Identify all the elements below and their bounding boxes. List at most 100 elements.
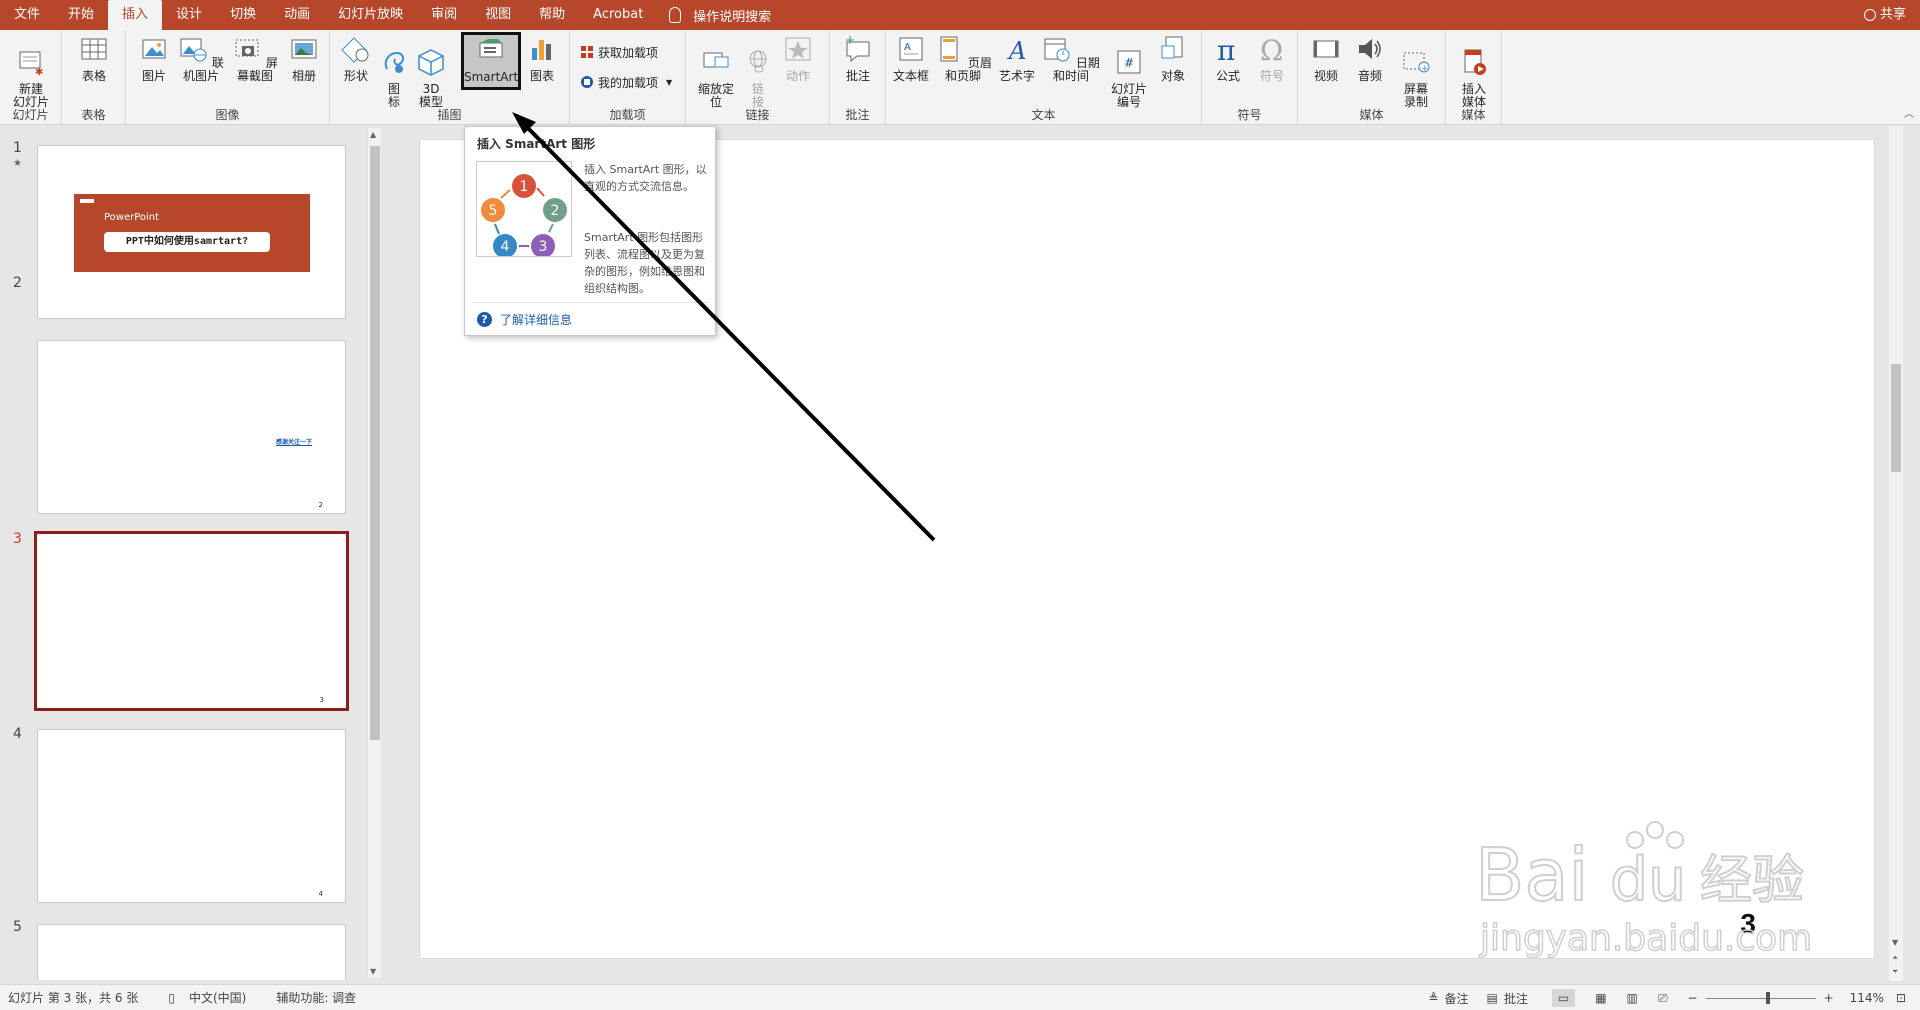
spell-check-icon[interactable]: ▯ [168,991,175,1005]
slide-thumbnail-2[interactable]: 感谢关注一下 2 [37,340,346,514]
lightbulb-icon [669,7,682,23]
reading-view-icon[interactable]: ▥ [1627,991,1638,1005]
zoom-in-icon[interactable]: + [1824,991,1834,1005]
screen-recording-button[interactable]: + 屏幕 录制 [1394,34,1438,109]
slide-thumbnail-1[interactable]: PowerPoint PPT中如何使用samrtart? [37,145,346,319]
table-icon [81,38,107,60]
link-label: 链 接 [751,82,764,109]
comment-button[interactable]: + 批注 [838,33,878,83]
svg-text:+: + [1421,64,1429,74]
thumb-page-number-2: 2 [318,501,323,509]
group-media-2: 插入 媒体 媒体 [1446,30,1502,125]
thumbnail-scrollbar[interactable]: ▲ ▼ [367,128,381,978]
video-button[interactable]: 视频 [1306,34,1346,83]
thumb-title-main: PPT中如何使用samrtart? [104,232,270,252]
icons-button[interactable]: 图 标 [378,34,410,109]
group-label-images: 图像 [215,108,240,122]
status-bar: 幻灯片 第 3 张，共 6 张 ▯ 中文(中国) 辅助功能: 调查 ≜ 备注 ▤… [0,984,1920,1010]
share-button[interactable]: 共享 [1863,0,1906,30]
wordart-icon: A [1007,37,1026,65]
status-right-controls: ≜ 备注 ▤ 批注 ▭ ▦ ▥ ⎚ − + 114% ⊡ [1428,985,1906,1010]
zoom-level[interactable]: 114% [1850,991,1884,1005]
insert-media-button[interactable]: 插入 媒体 [1454,34,1494,109]
tab-slideshow[interactable]: 幻灯片放映 [324,0,417,30]
shapes-button[interactable]: 形状 [336,34,376,83]
tab-review[interactable]: 审阅 [417,0,471,30]
tab-animations[interactable]: 动画 [270,0,324,30]
tab-help[interactable]: 帮助 [525,0,579,30]
tab-home[interactable]: 开始 [54,0,108,30]
language-status[interactable]: 中文(中国) [189,989,246,1006]
slideshow-icon[interactable]: ⎚ [1658,991,1668,1006]
notes-button[interactable]: 备注 [1444,990,1468,1007]
previous-slide-icon[interactable]: ⏶ [1892,953,1898,963]
scroll-down-icon[interactable]: ▼ [370,967,376,976]
microsoft-logo-icon [80,199,94,203]
collapse-ribbon-icon[interactable]: ︿ [1904,105,1914,120]
slide-thumbnail-4[interactable]: 4 [37,729,346,903]
tab-acrobat[interactable]: Acrobat [579,0,657,30]
equation-button[interactable]: π 公式 [1208,34,1248,83]
tab-insert[interactable]: 插入 [108,0,163,30]
textbox-button[interactable]: A 文本框 [890,34,932,83]
3d-model-button[interactable]: 3D 模型 [414,34,448,109]
person-icon [1863,9,1876,21]
object-button[interactable]: 对象 [1152,34,1194,83]
svg-text:A: A [1007,37,1026,64]
star-icon [785,37,811,61]
online-picture-button[interactable]: 联机图片 [174,34,228,83]
slide-thumbnail-3[interactable]: 3 [34,531,349,711]
slide-number-button[interactable]: # 幻灯片 编号 [1106,34,1152,109]
zoom-slider[interactable] [1705,991,1816,1004]
group-label-illustrations: 插图 [437,108,462,122]
accessibility-status[interactable]: 辅助功能: 调查 [276,989,356,1006]
slide-thumbnail-5[interactable] [37,924,346,980]
comments-button[interactable]: 批注 [1504,990,1528,1007]
thumbnail-scrollbar-thumb[interactable] [370,146,380,740]
scroll-down-icon[interactable]: ▼ [1892,938,1898,947]
symbol-button[interactable]: Ω 符号 [1252,34,1292,83]
tab-transitions[interactable]: 切换 [216,0,270,30]
zoom-button[interactable]: 缩放定 位 [694,34,738,109]
tooltip-title: 插入 SmartArt 图形 [477,137,596,151]
video-label: 视频 [1313,69,1338,83]
screenshot-button[interactable]: 屏幕截图 [228,34,282,83]
bar-chart-icon [532,40,551,60]
get-addins-button[interactable]: 获取加载项 [580,42,658,62]
shapes-label: 形状 [343,69,368,83]
cube-icon [418,49,444,76]
chart-button[interactable]: 图表 [524,34,560,83]
next-slide-icon[interactable]: ⏷ [1892,967,1898,977]
date-time-button[interactable]: 日期和时间 [1038,34,1104,83]
cycle-label-3: 3 [539,239,548,255]
new-slide-button[interactable]: ✱ 新建 幻灯片 [6,34,56,109]
picture-button[interactable]: 图片 [134,34,174,83]
tab-design[interactable]: 设计 [162,0,216,30]
svg-text:✱: ✱ [35,67,43,77]
tab-file[interactable]: 文件 [0,0,54,30]
action-button[interactable]: 动作 [778,34,818,83]
group-comments: + 批注 批注 [830,30,886,125]
wordart-button[interactable]: A 艺术字 [996,34,1038,83]
photo-album-button[interactable]: 相册 [284,34,324,83]
header-footer-button[interactable]: 页眉和页脚 [930,34,996,83]
slide-sorter-icon[interactable]: ▦ [1595,991,1606,1005]
editor-scrollbar-thumb[interactable] [1891,364,1901,472]
fit-slide-icon[interactable]: ⊡ [1896,991,1906,1005]
normal-view-icon[interactable]: ▭ [1551,989,1576,1007]
tab-view[interactable]: 视图 [471,0,525,30]
slide-number-5: 5 [13,919,22,935]
zoom-slider-knob[interactable] [1765,991,1770,1004]
insert-media-icon [1464,49,1486,75]
smartart-button[interactable]: SmartArt [461,32,521,90]
tell-me-search[interactable]: 操作说明搜索 [657,0,771,30]
omega-icon: Ω [1260,34,1283,67]
audio-button[interactable]: 音频 [1350,34,1390,83]
learn-more-link[interactable]: ? 了解详细信息 [477,311,572,328]
my-addins-button[interactable]: 我的加载项 ▼ [580,72,672,92]
editor-scrollbar[interactable]: ▼ ⏶ ⏷ [1889,126,1903,981]
link-button[interactable]: 链 接 [742,34,774,109]
table-button[interactable]: 表格 [74,34,114,83]
zoom-out-icon[interactable]: − [1688,991,1698,1005]
scroll-up-icon[interactable]: ▲ [370,130,376,139]
